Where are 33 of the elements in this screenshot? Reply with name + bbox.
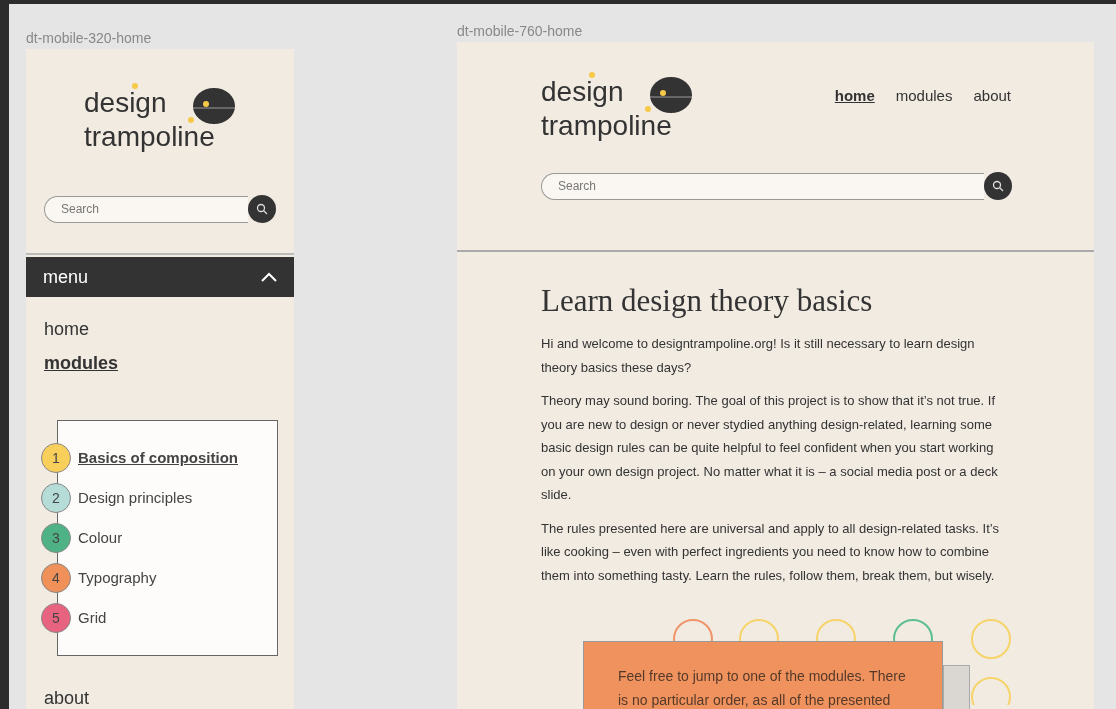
module-number: 3 bbox=[41, 523, 71, 553]
module-number: 4 bbox=[41, 563, 71, 593]
frame-label: dt-mobile-320-home bbox=[26, 29, 153, 47]
search-icon bbox=[256, 203, 268, 215]
logo-mark-icon bbox=[192, 87, 236, 125]
card-background bbox=[943, 665, 970, 709]
body-paragraph: Hi and welcome to designtrampoline.org! Is it still necessary to learn design theory basics these days? bbox=[541, 335, 976, 377]
module-link[interactable]: Grid bbox=[78, 606, 107, 630]
search-button[interactable] bbox=[984, 172, 1012, 200]
module-number: 2 bbox=[41, 483, 71, 513]
logo-mark-icon bbox=[649, 76, 693, 114]
nav-link[interactable]: modules bbox=[895, 85, 953, 108]
menu-bar[interactable]: menu bbox=[26, 257, 294, 297]
body-paragraph: Theory may sound boring. The goal of this project is to show that it’s not true. If you are new to design or never stydied anything design-related, learning some basic design rules can be quite helpful to feel confident when you start working on your own design project. No matter what it is – a social media post or a deck slide. bbox=[541, 392, 999, 504]
frame-label: dt-mobile-760-home bbox=[457, 22, 584, 40]
module-link[interactable]: Basics of composition bbox=[78, 446, 239, 470]
search-icon bbox=[992, 180, 1004, 192]
nav-link[interactable]: home bbox=[834, 85, 875, 108]
module-link[interactable]: Colour bbox=[78, 526, 123, 550]
body-paragraph: The rules presented here are universal and apply to all design-related tasks. It’s like cooking – even with perfect ingredients you need to know how to combine them into something tasty. Learn the rules, follow them, break them, but wisely. bbox=[541, 519, 1000, 585]
nav-link[interactable]: about bbox=[973, 85, 1011, 108]
menu-link[interactable]: home bbox=[44, 317, 90, 341]
menu-link[interactable]: modules bbox=[44, 351, 118, 375]
module-number: 5 bbox=[41, 603, 71, 633]
callout-text: Feel free to jump to one of the modules. There is no particular order, as all of the presented bbox=[618, 667, 907, 709]
module-link[interactable]: Typography bbox=[78, 566, 157, 590]
search-field[interactable]: Search bbox=[44, 195, 248, 223]
module-link[interactable]: Design principles bbox=[78, 486, 193, 510]
page-heading: Learn design theory basics bbox=[541, 282, 874, 320]
module-number: 1 bbox=[41, 443, 71, 473]
search-field[interactable]: Search bbox=[541, 172, 984, 200]
search-button[interactable] bbox=[248, 195, 276, 223]
menu-link[interactable]: about bbox=[44, 686, 90, 709]
